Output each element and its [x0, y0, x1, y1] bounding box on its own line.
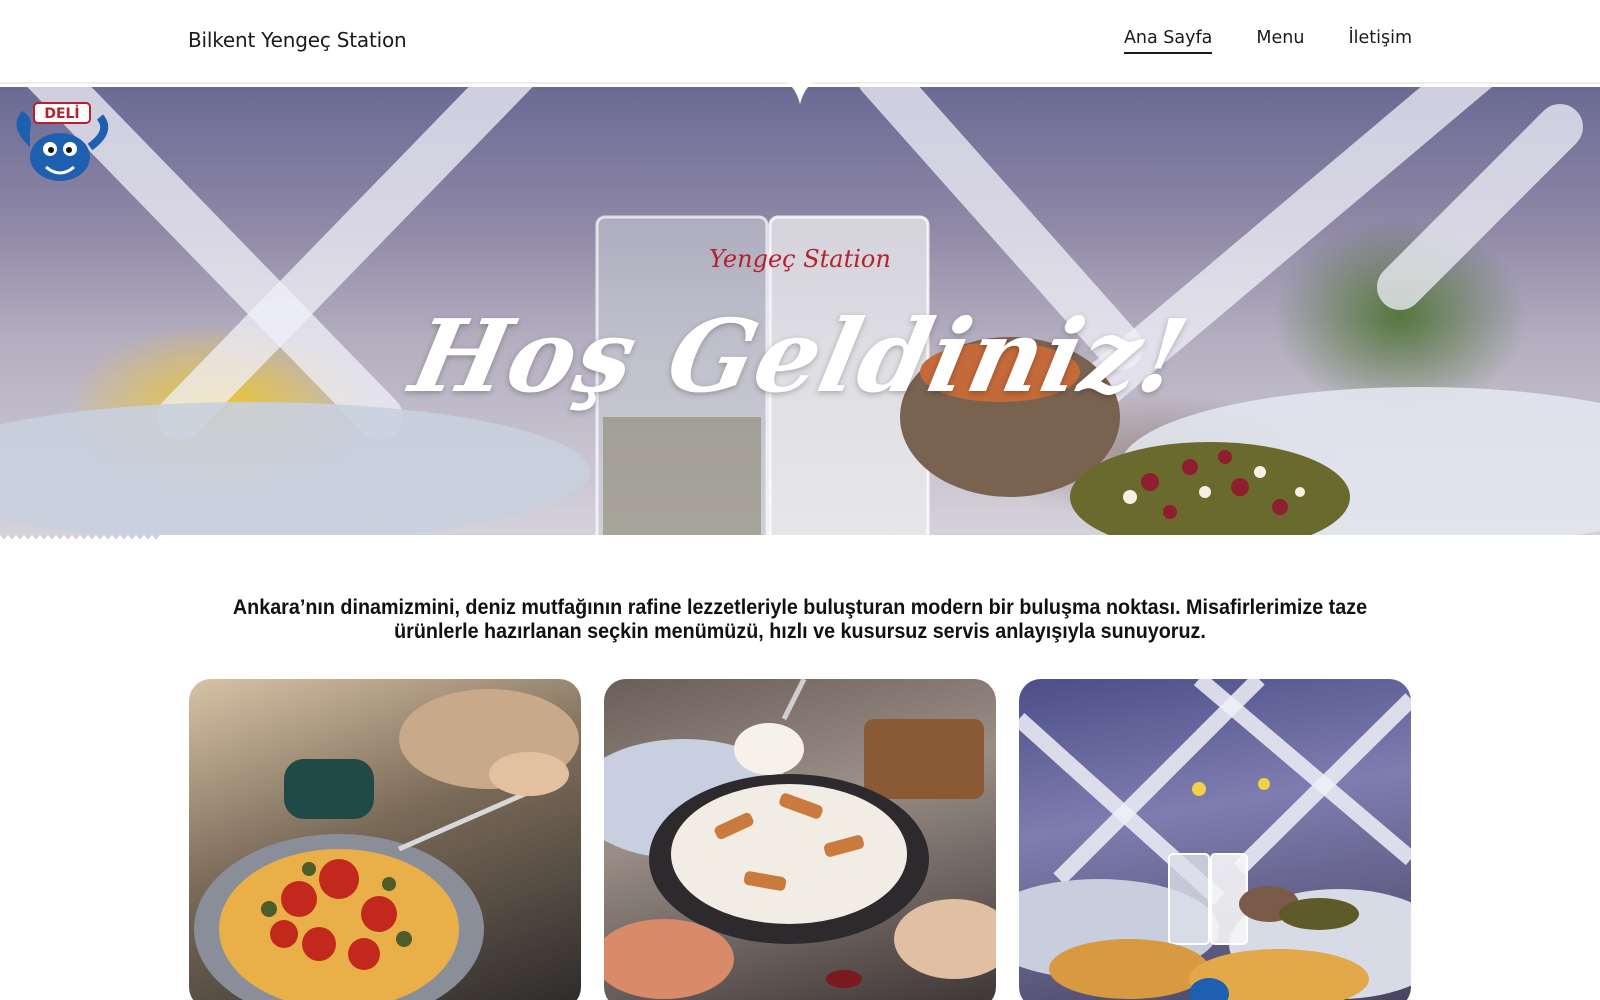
nav-item-menu[interactable]: Menu: [1256, 28, 1304, 54]
gallery-card-appetizer[interactable]: [189, 679, 581, 1000]
intro-paragraph: Ankara’nın dinamizmini, deniz mutfağının…: [232, 596, 1368, 643]
svg-text:Yengeç Station: Yengeç Station: [709, 245, 891, 273]
svg-text:DELİ: DELİ: [44, 105, 79, 122]
yogurt-eggplant-meze-photo: [604, 679, 996, 999]
nav-item-ana-sayfa[interactable]: Ana Sayfa: [1123, 28, 1213, 54]
restaurant-table-raki-photo: [1019, 679, 1411, 1000]
brand-logo-link[interactable]: Bilkent Yengeç Station: [188, 28, 407, 52]
header-notch: [780, 80, 820, 104]
tomato-pepper-appetizer-photo: [194, 689, 579, 1000]
hero-banner: DELİ Yengeç Station Hoş Geldiniz!: [0, 87, 1600, 547]
hero-zigzag-edge: [0, 535, 1600, 551]
gallery-card-table[interactable]: [1019, 679, 1411, 1000]
nav-item-iletisim[interactable]: İletişim: [1348, 28, 1412, 54]
site-header: Bilkent Yengeç Station Ana Sayfa Menu İl…: [0, 0, 1600, 84]
main-nav: Ana Sayfa Menu İletişim: [1123, 28, 1412, 54]
gallery-card-meze[interactable]: [604, 679, 996, 1000]
deli-yengec-crab-logo-icon: DELİ: [16, 102, 109, 181]
hero-logo-script: Yengeç Station: [709, 245, 891, 273]
hero-title: Hoş Geldiniz!: [401, 297, 1199, 415]
